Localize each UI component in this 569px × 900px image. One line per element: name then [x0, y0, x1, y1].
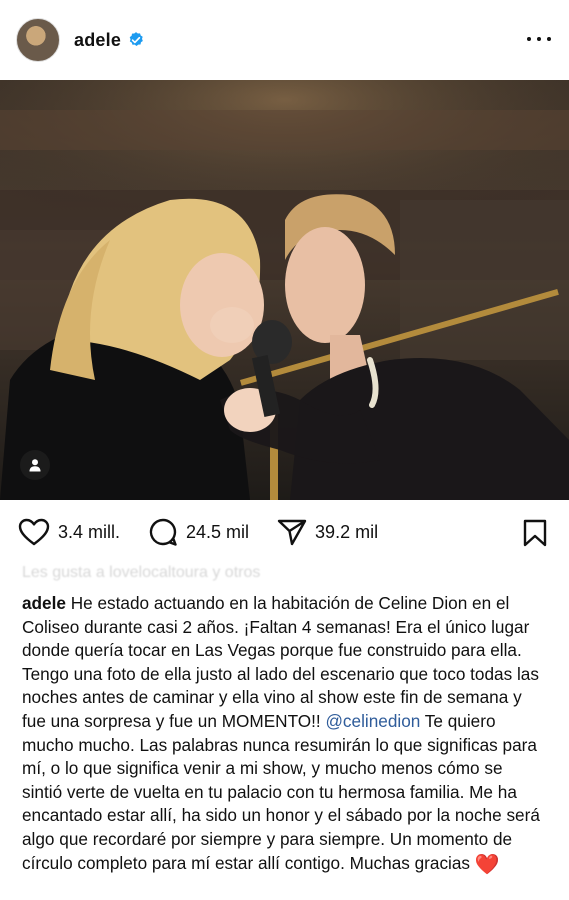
post-caption: adele He estado actuando en la habitació… — [22, 592, 547, 877]
comment-button[interactable]: 24.5 mil — [148, 517, 249, 547]
caption-text: Te quiero mucho mucho. Las palabras nunc… — [22, 710, 540, 873]
like-button[interactable]: 3.4 mill. — [18, 518, 120, 546]
like-count: 3.4 mill. — [58, 521, 121, 542]
liked-by-text[interactable]: Les gusta a lovelocaltoura y otros — [22, 564, 547, 584]
photo-illustration — [0, 80, 569, 500]
share-button[interactable]: 39.2 mil — [277, 518, 378, 546]
post-photo[interactable] — [0, 80, 569, 500]
heart-emoji: ❤️ — [474, 853, 500, 876]
action-bar: 3.4 mill. 24.5 mil 39.2 mil — [0, 500, 569, 564]
comment-count: 24.5 mil — [186, 521, 250, 542]
bookmark-icon[interactable] — [523, 519, 547, 547]
post-header: adele — [0, 0, 569, 80]
tagged-people-button[interactable] — [20, 450, 50, 480]
send-icon — [277, 519, 307, 546]
username[interactable]: adele — [74, 30, 121, 51]
dot-icon — [547, 37, 551, 41]
verified-badge-icon — [129, 32, 143, 46]
more-options-button[interactable] — [527, 30, 551, 48]
avatar[interactable] — [16, 18, 60, 62]
comment-icon — [149, 518, 177, 546]
dot-icon — [537, 37, 541, 41]
caption-username[interactable]: adele — [22, 593, 66, 613]
dot-icon — [527, 37, 531, 41]
mention-link[interactable]: @celinedion — [325, 711, 420, 731]
person-icon — [29, 459, 41, 472]
share-count: 39.2 mil — [315, 521, 379, 542]
heart-icon — [18, 518, 50, 546]
